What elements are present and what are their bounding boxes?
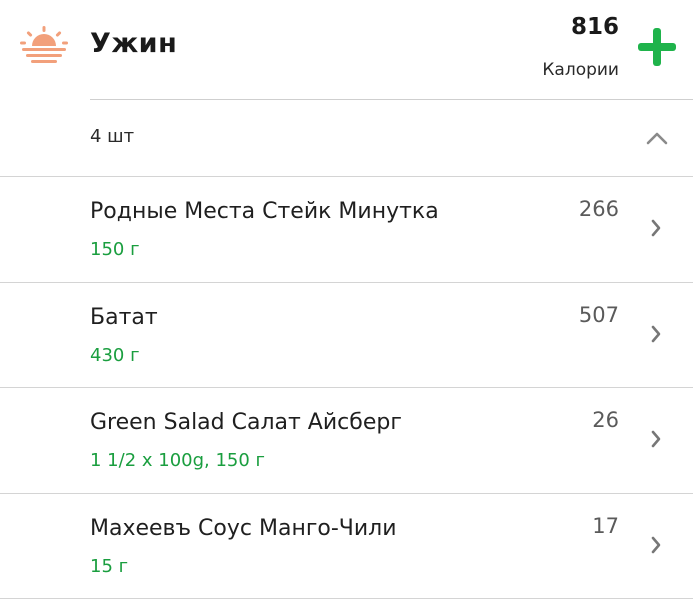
food-calories: 17 — [592, 514, 619, 538]
food-portion: 15 г — [90, 556, 129, 577]
food-name: Родные Места Стейк Минутка — [90, 199, 439, 224]
meal-title: Ужин — [90, 28, 178, 59]
add-food-button[interactable] — [636, 26, 678, 68]
food-portion: 150 г — [90, 239, 140, 260]
items-summary-toggle[interactable]: 4 шт — [0, 100, 693, 176]
food-name: Green Salad Салат Айсберг — [90, 410, 402, 435]
sunset-icon — [20, 26, 68, 63]
food-portion: 1 1/2 x 100g, 150 г — [90, 450, 265, 471]
chevron-right-icon — [651, 325, 661, 343]
food-item-salad[interactable]: Green Salad Салат Айсберг 1 1/2 x 100g, … — [0, 388, 693, 493]
calories-label: Калории — [542, 60, 619, 80]
food-item-sauce[interactable]: Махеевъ Соус Манго-Чили 15 г 17 — [0, 494, 693, 599]
food-name: Махеевъ Соус Манго-Чили — [90, 516, 397, 541]
food-item-batat[interactable]: Батат 430 г 507 — [0, 283, 693, 388]
chevron-right-icon — [651, 536, 661, 554]
items-count: 4 шт — [90, 126, 135, 147]
meal-header: Ужин 816 Калории — [0, 0, 693, 100]
food-name: Батат — [90, 305, 158, 330]
food-calories: 26 — [592, 408, 619, 432]
food-portion: 430 г — [90, 345, 140, 366]
chevron-up-icon — [646, 132, 668, 145]
food-calories: 507 — [578, 303, 619, 327]
calories-total: 816 — [570, 14, 619, 40]
chevron-right-icon — [651, 430, 661, 448]
chevron-right-icon — [651, 219, 661, 237]
food-calories: 266 — [578, 197, 619, 221]
food-item-steak[interactable]: Родные Места Стейк Минутка 150 г 266 — [0, 177, 693, 282]
divider — [0, 598, 693, 599]
